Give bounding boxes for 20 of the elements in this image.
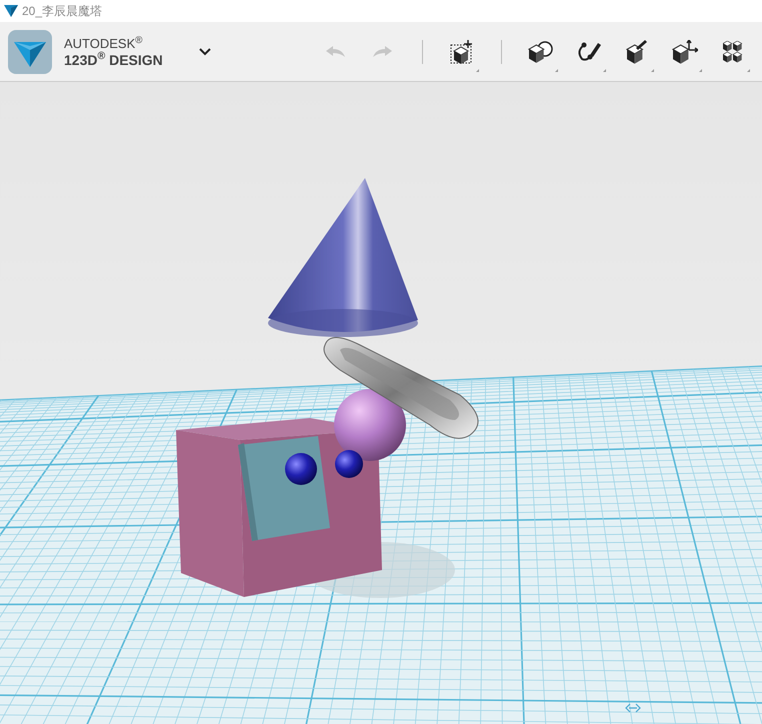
cube-axes-icon xyxy=(672,40,698,64)
product-name: 123D$^{®}$ DESIGN xyxy=(64,52,163,68)
chevron-down-icon[interactable] xyxy=(198,48,211,56)
corner-mark-icon xyxy=(555,68,558,72)
cube-brush-icon xyxy=(626,40,648,64)
brand-name: AUTODESK$^{®}$ xyxy=(64,36,144,52)
corner-mark-icon xyxy=(747,68,750,72)
cube-grid-icon xyxy=(723,40,743,62)
corner-mark-icon xyxy=(699,68,702,72)
corner-mark-icon xyxy=(603,68,606,72)
undo-arrow-icon xyxy=(324,44,346,58)
redo-arrow-icon xyxy=(372,44,394,58)
pencil-curve-icon xyxy=(576,40,602,62)
app-logo-icon xyxy=(4,5,18,17)
cube-move-icon xyxy=(450,40,474,64)
corner-mark-icon xyxy=(651,68,654,72)
app-logo-icon[interactable] xyxy=(8,30,52,74)
corner-mark-icon xyxy=(476,68,479,72)
cube-sphere-icon xyxy=(528,40,554,62)
window-title: 20_李辰晨魔塔 xyxy=(22,3,102,20)
